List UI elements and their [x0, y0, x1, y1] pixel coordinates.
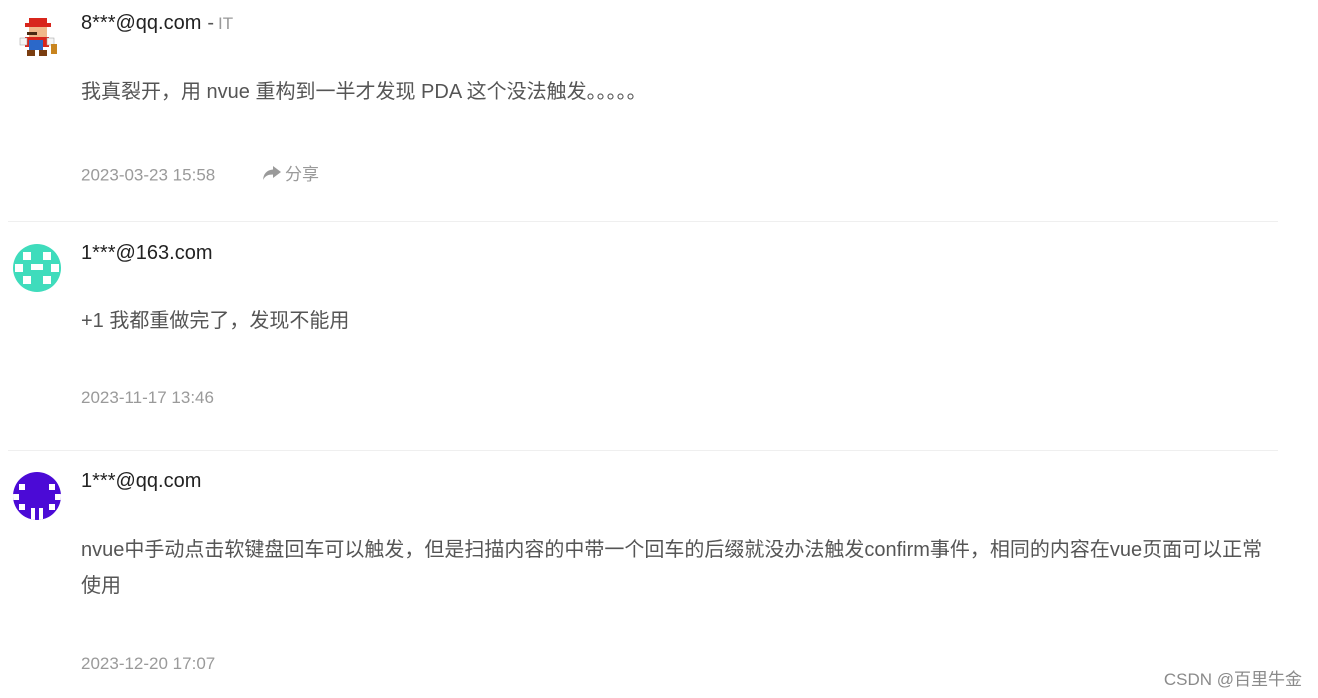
share-button[interactable]: 分享: [262, 160, 319, 185]
comment-item: 1***@163.com +1 我都重做完了，发现不能用 2023-11-17 …: [0, 222, 1278, 450]
comment-header: 1***@163.com: [81, 242, 212, 265]
share-icon: [262, 165, 281, 180]
comment-date: 2023-11-17 13:46: [81, 388, 214, 407]
comment-item: 8***@qq.com - IT 我真裂开，用 nvue 重构到一半才发现 PDA …: [0, 0, 1278, 221]
comment-meta: 2023-11-17 13:46: [81, 388, 214, 408]
share-label: 分享: [284, 165, 319, 184]
username[interactable]: 1***@163.com: [81, 242, 212, 264]
comment-header: 1***@qq.com: [81, 470, 201, 493]
csdn-watermark: CSDN @百里牛金: [1163, 670, 1302, 689]
comment-text: 我真裂开，用 nvue 重构到一半才发现 PDA 这个没法触发。。。。。: [81, 81, 647, 103]
username[interactable]: 1***@qq.com: [81, 470, 201, 492]
comment-item: 1***@qq.com nvue中手动点击软键盘回车可以触发，但是扫描内容的中带…: [0, 451, 1278, 698]
mario-avatar-icon[interactable]: [13, 14, 61, 62]
username-separator: -: [207, 12, 215, 34]
username[interactable]: 8***@qq.com: [81, 12, 201, 34]
comment-date: 2023-12-20 17:07: [81, 654, 216, 673]
comment-date: 2023-03-23 15:58: [81, 165, 216, 185]
comment-list: 8***@qq.com - IT 我真裂开，用 nvue 重构到一半才发现 PDA …: [0, 0, 1318, 698]
user-tag: IT: [218, 14, 234, 33]
comment-meta: 2023-03-23 15:58 分享: [81, 160, 319, 186]
comment-meta: 2023-12-20 17:07: [81, 654, 215, 674]
comment-text: nvue中手动点击软键盘回车可以触发，但是扫描内容的中带一个回车的后缀就没办法触…: [81, 539, 1263, 597]
comment-text: +1 我都重做完了，发现不能用: [81, 310, 350, 332]
identicon-avatar-icon[interactable]: [13, 472, 61, 520]
identicon-avatar-icon[interactable]: [13, 244, 61, 292]
comment-header: 8***@qq.com - IT: [81, 12, 233, 35]
